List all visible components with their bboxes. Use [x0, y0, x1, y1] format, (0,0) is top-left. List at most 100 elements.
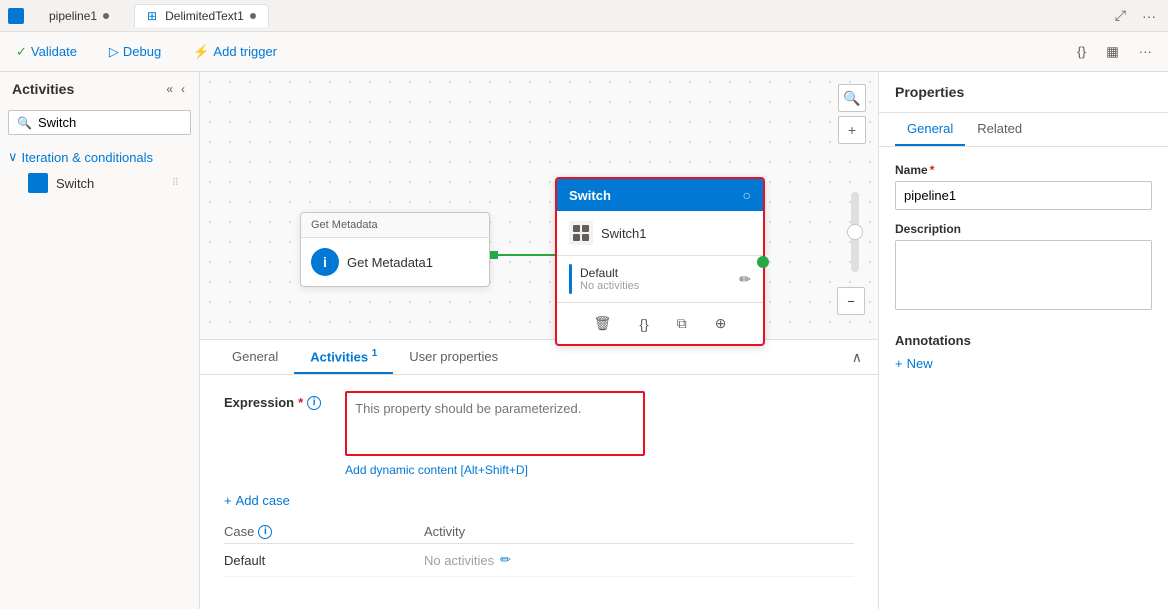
add-case-button[interactable]: + Add case — [224, 493, 290, 508]
tab-general-label: General — [232, 349, 278, 364]
switch-copy-button[interactable]: ⧉ — [671, 311, 693, 336]
canvas-zoom-in-button[interactable]: + — [838, 116, 866, 144]
switch-default-bar — [569, 264, 572, 294]
tab-pipeline1-label: pipeline1 — [49, 9, 97, 23]
switch-delete-button[interactable]: 🗑 — [588, 311, 618, 336]
node-switch[interactable]: Switch ○ Switch1 — [555, 177, 765, 346]
name-input[interactable] — [895, 181, 1152, 210]
switch-close-button[interactable]: ○ — [743, 187, 751, 203]
sidebar-header: Activities « ‹ — [0, 72, 199, 106]
toolbar: ✓ Validate ▷ Debug ⚡ Add trigger {} ▦ ··… — [0, 32, 1168, 72]
name-field-label: Name * — [895, 163, 1152, 177]
switch-default-sub: No activities — [580, 280, 639, 292]
debug-button[interactable]: ▷ Debug — [101, 40, 169, 64]
bottom-content: Expression * i Add dynamic content [Alt+… — [200, 375, 878, 593]
switch-node-cell-4 — [582, 234, 589, 241]
monitor-button[interactable]: ▦ — [1098, 40, 1127, 64]
expression-required: * — [298, 395, 303, 410]
search-box: 🔍 — [8, 110, 191, 135]
expression-input[interactable] — [345, 391, 645, 456]
tab-delimitedtext1[interactable]: ⊞ DelimitedText1 — [134, 4, 269, 27]
switch-footer: 🗑 {} ⧉ ⊕ — [557, 302, 763, 344]
case-table: Case i Activity Default No activities ✏ — [224, 520, 854, 577]
switch-node-label: Switch1 — [601, 226, 647, 241]
case-info-icon[interactable]: i — [258, 525, 272, 539]
category-label: Iteration & conditionals — [22, 150, 154, 165]
toolbar-right: {} ▦ ··· — [1069, 40, 1160, 64]
activity-label-switch: Switch — [56, 176, 164, 191]
switch-icon-cell-3 — [30, 184, 37, 191]
code-button[interactable]: {} — [1069, 40, 1094, 64]
description-textarea[interactable] — [895, 240, 1152, 310]
search-icon: 🔍 — [17, 116, 32, 130]
bottom-collapse-button[interactable]: ∧ — [852, 349, 862, 366]
debug-label: Debug — [123, 44, 161, 59]
switch-node-cell-2 — [582, 225, 589, 232]
case-col-case: Case i — [224, 524, 424, 539]
canvas-zoom-out-button[interactable]: − — [837, 287, 865, 315]
add-case-plus-icon: + — [224, 493, 232, 508]
validate-button[interactable]: ✓ Validate — [8, 40, 85, 64]
tab-delimitedtext1-dot — [250, 13, 256, 19]
search-input[interactable] — [38, 115, 214, 130]
switch-addcase-button[interactable]: ⊕ — [709, 311, 733, 336]
switch-activity-icon — [28, 173, 48, 193]
tab-activities-superscript: 1 — [372, 348, 378, 359]
switch-default-content: Default No activities — [569, 264, 639, 294]
switch-icon-cell-1 — [30, 175, 37, 182]
expression-label-text: Expression — [224, 395, 294, 410]
switch-node-cell-3 — [573, 234, 580, 241]
right-tab-general-label: General — [907, 121, 953, 136]
app-icon — [8, 8, 24, 24]
expand-button[interactable]: ⤢ — [1111, 5, 1130, 26]
node-get-metadata-icon: i — [311, 248, 339, 276]
node-get-metadata-title: Get Metadata1 — [347, 255, 433, 270]
right-tab-general[interactable]: General — [895, 113, 965, 146]
add-annotation-button[interactable]: + New — [895, 356, 933, 371]
canvas-zoom-slider[interactable] — [851, 192, 859, 272]
table-row: Default No activities ✏ — [224, 544, 854, 577]
expression-dynamic-link[interactable]: Add dynamic content [Alt+Shift+D] — [345, 463, 645, 477]
connector-start — [490, 251, 498, 259]
activity-item-switch[interactable]: Switch ⠿ — [8, 167, 191, 199]
collapse-icon-2[interactable]: ‹ — [179, 80, 187, 98]
case-activity-text: No activities — [424, 553, 494, 568]
node-get-metadata-body: i Get Metadata1 — [301, 238, 489, 286]
name-label-text: Name — [895, 163, 928, 177]
switch-header: Switch ○ — [557, 179, 763, 211]
add-trigger-button[interactable]: ⚡ Add trigger — [185, 40, 285, 64]
tab-pipeline1[interactable]: pipeline1 — [36, 4, 122, 27]
right-panel: Properties General Related Name * Descri… — [878, 72, 1168, 609]
annotations-title: Annotations — [895, 333, 1152, 348]
more-toolbar-button[interactable]: ··· — [1131, 40, 1160, 64]
switch-connector-right — [757, 256, 769, 268]
switch-icon-cell-2 — [39, 175, 46, 182]
bottom-tabs: General Activities 1 User properties ∧ — [200, 340, 878, 375]
tab-general[interactable]: General — [216, 341, 294, 374]
switch-code-button[interactable]: {} — [633, 312, 654, 336]
more-options-button[interactable]: ··· — [1138, 5, 1160, 26]
category-header[interactable]: ∨ Iteration & conditionals — [8, 147, 191, 167]
canvas-search-button[interactable]: 🔍 — [838, 84, 866, 112]
switch-node-icon-grid — [573, 225, 589, 241]
switch-edit-button[interactable]: ✏ — [739, 271, 751, 288]
canvas-controls: 🔍 + — [838, 84, 866, 144]
right-tab-related[interactable]: Related — [965, 113, 1034, 146]
canvas-slider-thumb[interactable] — [847, 224, 863, 240]
switch-title-row: Switch1 — [557, 211, 763, 256]
collapse-icon-1[interactable]: « — [164, 80, 175, 98]
case-col-activity: Activity — [424, 524, 465, 539]
tab-user-properties[interactable]: User properties — [393, 341, 514, 374]
name-required-star: * — [930, 163, 935, 177]
right-panel-tabs: General Related — [879, 113, 1168, 147]
tab-activities[interactable]: Activities 1 — [294, 340, 393, 374]
validate-icon: ✓ — [16, 44, 27, 60]
app-container: pipeline1 ⊞ DelimitedText1 ⤢ ··· ✓ Valid… — [0, 0, 1168, 609]
node-get-metadata[interactable]: Get Metadata i Get Metadata1 — [300, 212, 490, 287]
annotations-section: Annotations + New — [895, 333, 1152, 371]
case-edit-button[interactable]: ✏ — [500, 552, 511, 568]
expression-info-icon[interactable]: i — [307, 396, 321, 410]
add-annotation-label: New — [907, 356, 933, 371]
drag-handle[interactable]: ⠿ — [172, 178, 179, 189]
sidebar: Activities « ‹ 🔍 ∨ Iteration & condition… — [0, 72, 200, 609]
